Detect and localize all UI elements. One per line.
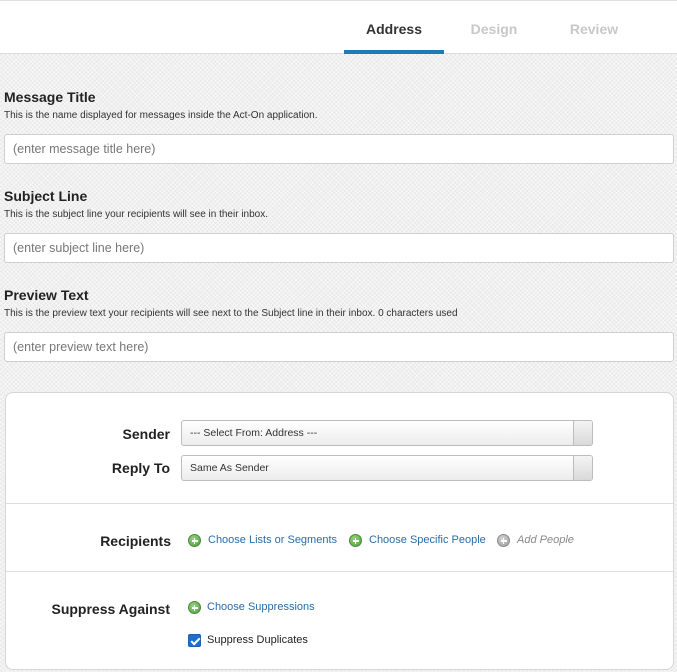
tab-review[interactable]: Review <box>544 21 644 37</box>
subject-line-input[interactable] <box>4 233 674 263</box>
sender-select[interactable]: --- Select From: Address --- <box>181 420 593 446</box>
message-title-label: Message Title <box>4 89 96 105</box>
sender-selected-value: --- Select From: Address --- <box>190 427 318 439</box>
tab-design[interactable]: Design <box>444 21 544 37</box>
add-suppressions-plus-icon[interactable] <box>188 601 201 614</box>
add-lists-plus-icon[interactable] <box>188 534 201 547</box>
section-divider <box>6 571 673 572</box>
active-tab-indicator <box>344 50 444 54</box>
preview-text-label: Preview Text <box>4 287 89 303</box>
reply-to-select[interactable]: Same As Sender <box>181 455 593 481</box>
subject-line-help: This is the subject line your recipients… <box>4 209 269 220</box>
section-divider <box>6 503 673 504</box>
choose-specific-people-link[interactable]: Choose Specific People <box>369 534 486 546</box>
address-settings-panel: Sender --- Select From: Address --- Repl… <box>5 392 674 670</box>
sender-dropdown-button[interactable] <box>573 421 592 445</box>
suppress-against-label: Suppress Against <box>51 601 170 617</box>
suppress-duplicates-checkbox[interactable] <box>188 634 201 647</box>
suppress-duplicates-label[interactable]: Suppress Duplicates <box>207 634 308 646</box>
preview-text-input[interactable] <box>4 332 674 362</box>
sender-label: Sender <box>122 426 170 442</box>
recipients-label: Recipients <box>100 533 171 549</box>
preview-text-help: This is the preview text your recipients… <box>4 308 458 319</box>
reply-to-selected-value: Same As Sender <box>190 462 269 474</box>
add-people-link: Add People <box>517 534 574 546</box>
subject-line-label: Subject Line <box>4 188 88 204</box>
message-title-input[interactable] <box>4 134 674 164</box>
add-people-disabled-icon <box>497 534 510 547</box>
tab-address[interactable]: Address <box>344 21 444 37</box>
wizard-tab-bar: Address Design Review <box>0 0 677 54</box>
reply-to-label: Reply To <box>111 460 170 476</box>
add-people-plus-icon[interactable] <box>349 534 362 547</box>
reply-to-dropdown-button[interactable] <box>573 456 592 480</box>
choose-suppressions-link[interactable]: Choose Suppressions <box>207 601 315 613</box>
message-title-help: This is the name displayed for messages … <box>4 110 318 121</box>
choose-lists-link[interactable]: Choose Lists or Segments <box>208 534 337 546</box>
